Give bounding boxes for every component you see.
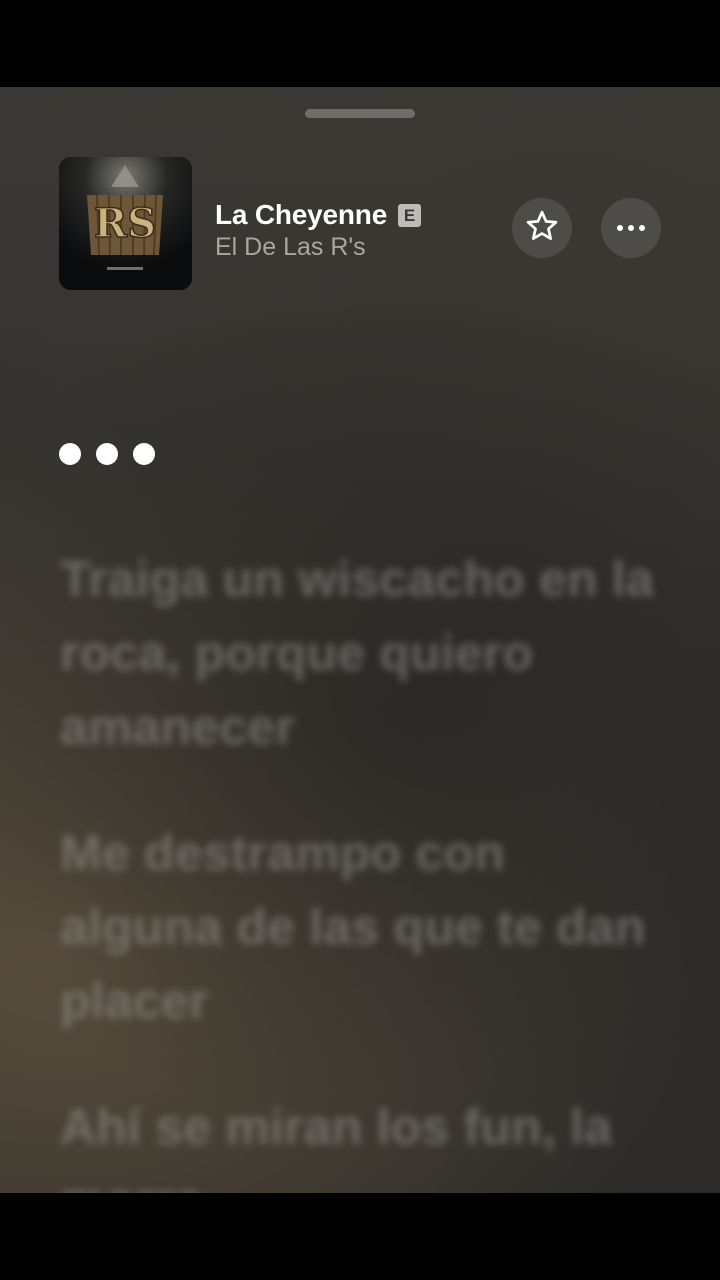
waiting-dot — [96, 443, 118, 465]
lyrics-waiting-dots — [59, 443, 155, 465]
artwork-logo-text: RS — [94, 200, 156, 247]
album-artwork[interactable]: RS — [59, 157, 192, 290]
favorite-button[interactable] — [512, 198, 572, 258]
title-row: La Cheyenne E — [215, 197, 422, 233]
screen: RS La Cheyenne E El De Las R's Traiga un… — [0, 0, 720, 1280]
sheet-grabber-handle[interactable] — [305, 109, 415, 118]
waiting-dot — [59, 443, 81, 465]
more-options-button[interactable] — [601, 198, 661, 258]
song-title[interactable]: La Cheyenne — [215, 199, 387, 231]
waiting-dot — [133, 443, 155, 465]
lyric-line[interactable]: Traiga un wiscacho en la roca, porque qu… — [60, 542, 660, 764]
lyric-line[interactable]: Me destrampo con alguna de las que te da… — [60, 816, 660, 1038]
ellipsis-icon — [617, 225, 645, 231]
explicit-badge: E — [398, 203, 422, 227]
lyric-line[interactable]: Ahí se miran los fun, la morra — [60, 1090, 660, 1193]
lyrics-sheet: RS La Cheyenne E El De Las R's Traiga un… — [0, 87, 720, 1193]
lyrics-list: Traiga un wiscacho en la roca, porque qu… — [60, 542, 660, 1193]
star-outline-icon — [524, 208, 560, 249]
artist-name[interactable]: El De Las R's — [215, 233, 366, 262]
album-artwork-image: RS — [59, 157, 192, 290]
